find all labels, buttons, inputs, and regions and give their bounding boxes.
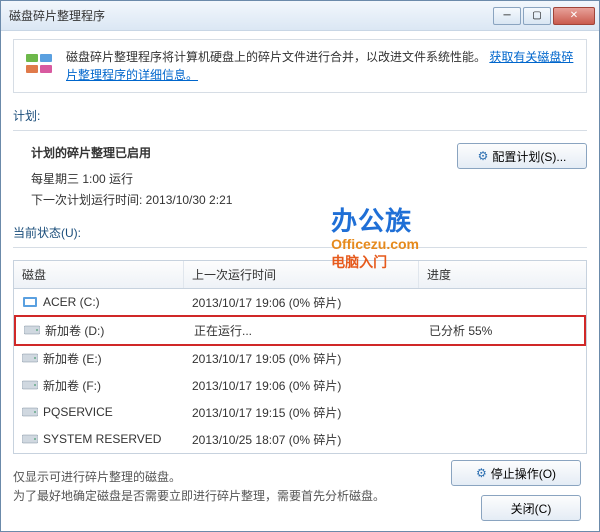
table-row[interactable]: 新加卷 (F:) 2013/10/17 19:06 (0% 碎片) — [14, 372, 586, 399]
defrag-window: 磁盘碎片整理程序 ─ ▢ ✕ 磁盘碎片整理程序将计算机硬盘上的碎片文件进行合并，… — [0, 0, 600, 532]
drive-icon — [22, 352, 38, 364]
cell-progress — [419, 383, 586, 387]
divider — [13, 130, 587, 131]
table-header: 磁盘 上一次运行时间 进度 — [14, 261, 586, 289]
cell-progress — [419, 437, 586, 441]
cell-last-run: 2013/10/17 19:06 (0% 碎片) — [184, 292, 419, 313]
drive-icon — [22, 379, 38, 391]
gear-icon: ⚙ — [478, 149, 489, 163]
table-row[interactable]: 新加卷 (E:) 2013/10/17 19:05 (0% 碎片) — [14, 345, 586, 372]
disk-name: ACER (C:) — [43, 295, 100, 309]
cell-disk: ACER (C:) — [14, 292, 184, 312]
cell-disk: PQSERVICE — [14, 403, 184, 421]
window-title: 磁盘碎片整理程序 — [9, 7, 493, 24]
info-banner: 磁盘碎片整理程序将计算机硬盘上的碎片文件进行合并，以改进文件系统性能。 获取有关… — [13, 39, 587, 93]
footer-close: 关闭(C) — [481, 495, 581, 521]
schedule-frequency: 每星期三 1:00 运行 — [31, 169, 441, 191]
schedule-section-label: 计划: — [13, 107, 587, 124]
schedule-text: 计划的碎片整理已启用 每星期三 1:00 运行 下一次计划运行时间: 2013/… — [31, 143, 441, 212]
table-row[interactable]: ACER (C:) 2013/10/17 19:06 (0% 碎片) — [14, 289, 586, 316]
cell-last-run: 2013/10/17 19:05 (0% 碎片) — [184, 348, 419, 369]
cell-progress: 已分析 55% — [421, 320, 584, 341]
close-label: 关闭(C) — [511, 500, 552, 517]
header-disk[interactable]: 磁盘 — [14, 261, 184, 288]
cell-disk: 新加卷 (E:) — [14, 348, 184, 369]
footer-actions: ⚙ 停止操作(O) — [451, 460, 581, 486]
cell-progress — [419, 410, 586, 414]
schedule-next-run: 下一次计划运行时间: 2013/10/30 2:21 — [31, 190, 441, 212]
configure-label: 配置计划(S)... — [492, 148, 566, 165]
cell-disk: 新加卷 (D:) — [16, 320, 186, 341]
disk-name: SYSTEM RESERVED — [43, 432, 161, 446]
maximize-button[interactable]: ▢ — [523, 7, 551, 25]
cell-progress — [419, 300, 586, 304]
minimize-button[interactable]: ─ — [493, 7, 521, 25]
defrag-icon — [24, 48, 56, 80]
table-row[interactable]: SYSTEM RESERVED 2013/10/25 18:07 (0% 碎片) — [14, 426, 586, 453]
configure-schedule-button[interactable]: ⚙ 配置计划(S)... — [457, 143, 587, 169]
header-last-run[interactable]: 上一次运行时间 — [184, 261, 419, 288]
gear-icon: ⚙ — [476, 466, 487, 480]
schedule-row: 计划的碎片整理已启用 每星期三 1:00 运行 下一次计划运行时间: 2013/… — [13, 143, 587, 212]
disk-table: 磁盘 上一次运行时间 进度 ACER (C:) 2013/10/17 19:06 … — [13, 260, 587, 454]
os-drive-icon — [22, 294, 38, 310]
disk-name: 新加卷 (F:) — [43, 377, 101, 394]
table-row[interactable]: PQSERVICE 2013/10/17 19:15 (0% 碎片) — [14, 399, 586, 426]
titlebar[interactable]: 磁盘碎片整理程序 ─ ▢ ✕ — [1, 1, 599, 31]
cell-last-run: 2013/10/17 19:06 (0% 碎片) — [184, 375, 419, 396]
info-text: 磁盘碎片整理程序将计算机硬盘上的碎片文件进行合并，以改进文件系统性能。 获取有关… — [66, 48, 576, 84]
cell-progress — [419, 356, 586, 360]
close-dialog-button[interactable]: 关闭(C) — [481, 495, 581, 521]
stop-label: 停止操作(O) — [491, 465, 556, 482]
cell-last-run: 2013/10/25 18:07 (0% 碎片) — [184, 429, 419, 450]
stop-button[interactable]: ⚙ 停止操作(O) — [451, 460, 581, 486]
window-controls: ─ ▢ ✕ — [493, 7, 595, 25]
cell-disk: SYSTEM RESERVED — [14, 430, 184, 448]
cell-disk: 新加卷 (F:) — [14, 375, 184, 396]
cell-last-run: 2013/10/17 19:15 (0% 碎片) — [184, 402, 419, 423]
schedule-heading: 计划的碎片整理已启用 — [31, 143, 441, 165]
drive-icon — [22, 433, 38, 445]
table-body: ACER (C:)2013/10/17 19:06 (0% 碎片)新加卷 (D:… — [14, 289, 586, 453]
disk-name: 新加卷 (E:) — [43, 350, 102, 367]
divider — [13, 247, 587, 248]
content-area: 磁盘碎片整理程序将计算机硬盘上的碎片文件进行合并，以改进文件系统性能。 获取有关… — [1, 31, 599, 514]
table-row[interactable]: 新加卷 (D:) 正在运行...已分析 55% — [14, 315, 586, 346]
header-progress[interactable]: 进度 — [419, 261, 586, 288]
disk-name: PQSERVICE — [43, 405, 113, 419]
cell-last-run: 正在运行... — [186, 320, 421, 341]
info-description: 磁盘碎片整理程序将计算机硬盘上的碎片文件进行合并，以改进文件系统性能。 — [66, 50, 486, 64]
drive-icon — [24, 324, 40, 336]
status-section-label: 当前状态(U): — [13, 224, 587, 241]
close-button[interactable]: ✕ — [553, 7, 595, 25]
disk-name: 新加卷 (D:) — [45, 322, 104, 339]
drive-icon — [22, 406, 38, 418]
